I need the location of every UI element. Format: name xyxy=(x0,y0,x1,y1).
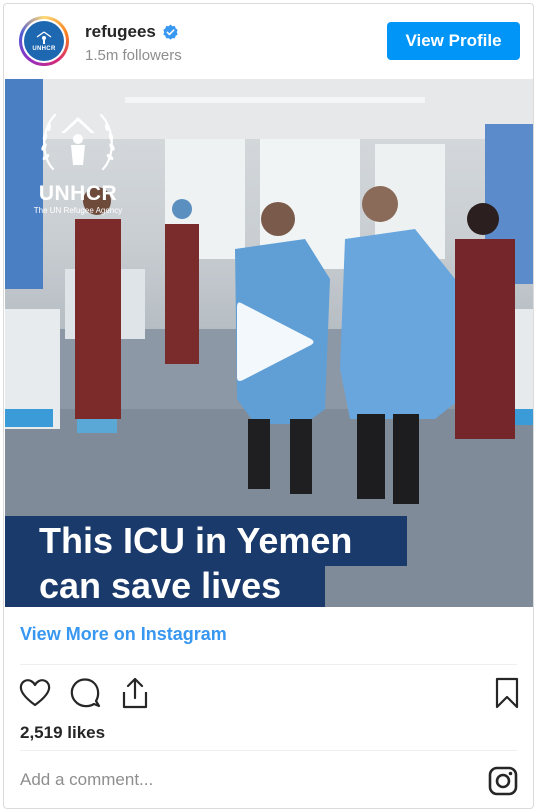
video-media[interactable]: UNHCR The UN Refugee Agency This ICU in … xyxy=(5,79,533,607)
likes-count: 2,519 likes xyxy=(20,723,106,742)
avatar-label: UNHCR xyxy=(32,45,56,52)
view-profile-button[interactable]: View Profile xyxy=(387,22,520,60)
caption-line-1: This ICU in Yemen xyxy=(5,516,407,566)
followers-count: 1.5m followers xyxy=(85,47,182,64)
avatar[interactable]: UNHCR xyxy=(19,16,69,66)
unhcr-laurel-icon xyxy=(41,113,115,171)
username-label: refugees xyxy=(85,22,156,41)
share-icon[interactable] xyxy=(118,676,152,710)
logo-tagline: The UN Refugee Agency xyxy=(33,206,123,215)
unhcr-emblem-icon xyxy=(36,30,52,44)
instagram-embed-card: UNHCR refugees 1.5m followers View Profi… xyxy=(3,3,534,809)
unhcr-logo: UNHCR The UN Refugee Agency xyxy=(33,109,123,215)
action-bar xyxy=(18,676,523,710)
heart-icon[interactable] xyxy=(18,676,52,710)
logo-brand: UNHCR xyxy=(38,182,118,205)
verified-badge-icon xyxy=(163,24,178,40)
bookmark-icon[interactable] xyxy=(490,676,524,710)
post-header: UNHCR refugees 1.5m followers View Profi… xyxy=(4,4,533,79)
divider xyxy=(20,664,517,665)
divider xyxy=(20,750,517,751)
instagram-icon[interactable] xyxy=(488,766,518,796)
caption-line-2: can save lives xyxy=(5,566,325,607)
comment-icon[interactable] xyxy=(68,676,102,710)
username[interactable]: refugees xyxy=(85,22,179,42)
view-more-link[interactable]: View More on Instagram xyxy=(20,624,227,645)
add-comment-field[interactable]: Add a comment... xyxy=(20,770,153,790)
unhcr-avatar-logo: UNHCR xyxy=(24,21,64,61)
play-icon[interactable] xyxy=(233,297,317,387)
